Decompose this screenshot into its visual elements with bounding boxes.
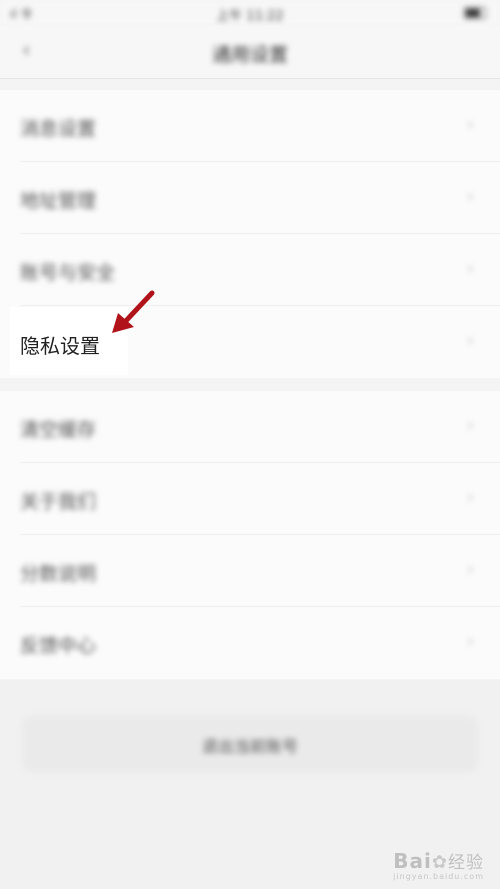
chevron-right-icon: › (466, 415, 474, 436)
settings-row-account-security[interactable]: 账号与安全 › (0, 234, 500, 306)
paw-icon: ✿ (431, 852, 448, 873)
row-label: 分数说明 (20, 563, 97, 585)
chevron-right-icon: › (466, 631, 474, 652)
settings-row-feedback[interactable]: 反馈中心 › (0, 607, 500, 679)
chevron-right-icon: › (466, 559, 474, 580)
watermark-url: jingyan.baidu.com (393, 872, 484, 881)
chevron-right-icon: › (466, 114, 474, 135)
chevron-right-icon: › (466, 186, 474, 207)
page-title: 通用设置 (211, 44, 288, 66)
row-label: 账号与安全 (20, 262, 116, 284)
settings-row-message[interactable]: 消息设置 › (0, 90, 500, 162)
row-label: 反馈中心 (20, 635, 97, 657)
row-label: 消息设置 (20, 118, 97, 140)
chevron-right-icon: › (466, 330, 474, 351)
watermark-brand: Bai (393, 849, 432, 873)
privacy-settings-label: 隐私设置 (20, 334, 100, 358)
settings-group-2: 清空缓存 › 关于我们 › 分数说明 › 反馈中心 › (0, 391, 500, 679)
settings-row-score[interactable]: 分数说明 › (0, 535, 500, 607)
logout-label: 退出当前账号 (201, 737, 298, 756)
settings-row-about[interactable]: 关于我们 › (0, 463, 500, 535)
settings-row-address[interactable]: 地址管理 › (0, 162, 500, 234)
row-label: 地址管理 (20, 190, 97, 212)
settings-row-clear-cache[interactable]: 清空缓存 › (0, 391, 500, 463)
row-label: 清空缓存 (20, 419, 97, 441)
nav-bar: ‹ 通用设置 (0, 26, 500, 79)
chevron-right-icon: › (466, 258, 474, 279)
baidu-jingyan-watermark: Bai✿经验 jingyan.baidu.com (393, 848, 484, 881)
status-time: 上午 11:22 (216, 9, 284, 24)
status-bar: ıl 令 上午 11:22 (0, 0, 500, 26)
logout-button[interactable]: 退出当前账号 (22, 716, 478, 772)
red-arrow-icon (112, 290, 155, 333)
battery-icon (464, 7, 486, 19)
row-label: 关于我们 (20, 491, 97, 513)
chevron-right-icon: › (466, 487, 474, 508)
watermark-brand-2: 经验 (448, 853, 484, 873)
